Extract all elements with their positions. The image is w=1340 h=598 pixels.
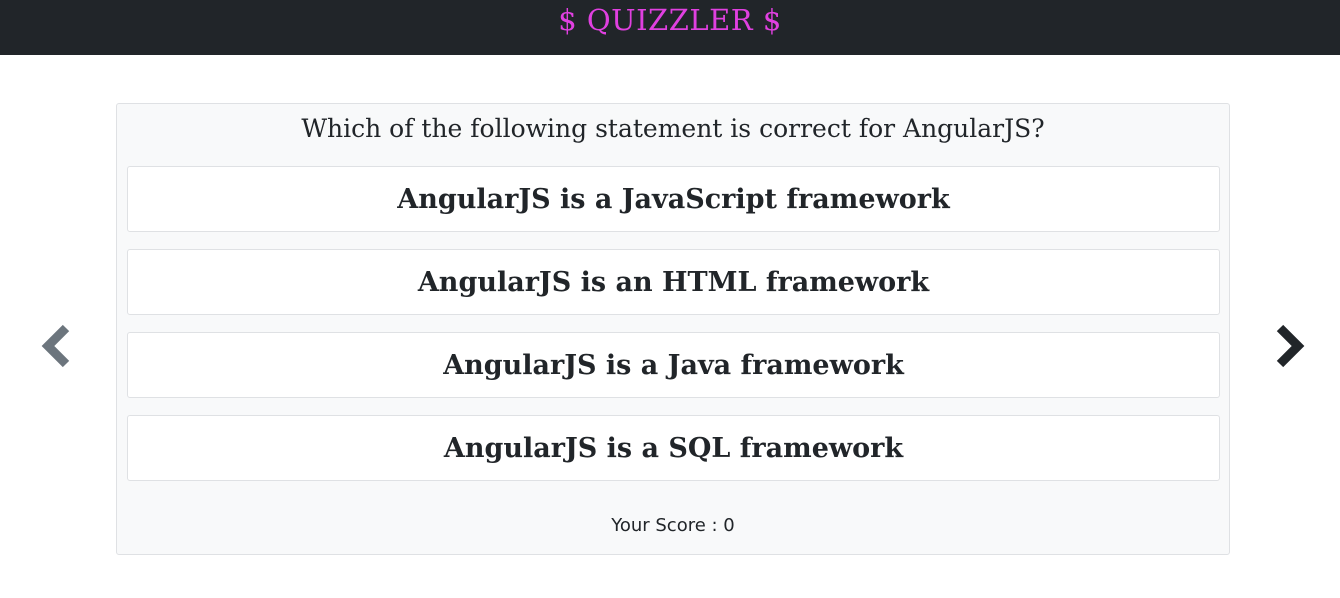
chevron-left-icon [41,324,70,368]
answer-option-label: AngularJS is a SQL framework [443,432,904,464]
score-display: Your Score : 0 [611,515,735,536]
top-navbar: $ QUIZZLER $ [0,0,1340,55]
answer-option-label: AngularJS is a Java framework [443,349,904,381]
chevron-right-icon [1276,324,1305,368]
answer-option-label: AngularJS is a JavaScript framework [397,183,950,215]
quiz-card: Which of the following statement is corr… [116,103,1230,555]
answer-option-2[interactable]: AngularJS is an HTML framework [127,249,1220,315]
previous-question-button[interactable] [38,320,78,372]
answer-option-3[interactable]: AngularJS is a Java framework [127,332,1220,398]
answer-option-label: AngularJS is an HTML framework [417,266,930,298]
next-question-button[interactable] [1270,320,1310,372]
app-title: $ QUIZZLER $ [558,3,782,37]
answer-option-4[interactable]: AngularJS is a SQL framework [127,415,1220,481]
answer-option-1[interactable]: AngularJS is a JavaScript framework [127,166,1220,232]
question-text: Which of the following statement is corr… [301,114,1045,143]
